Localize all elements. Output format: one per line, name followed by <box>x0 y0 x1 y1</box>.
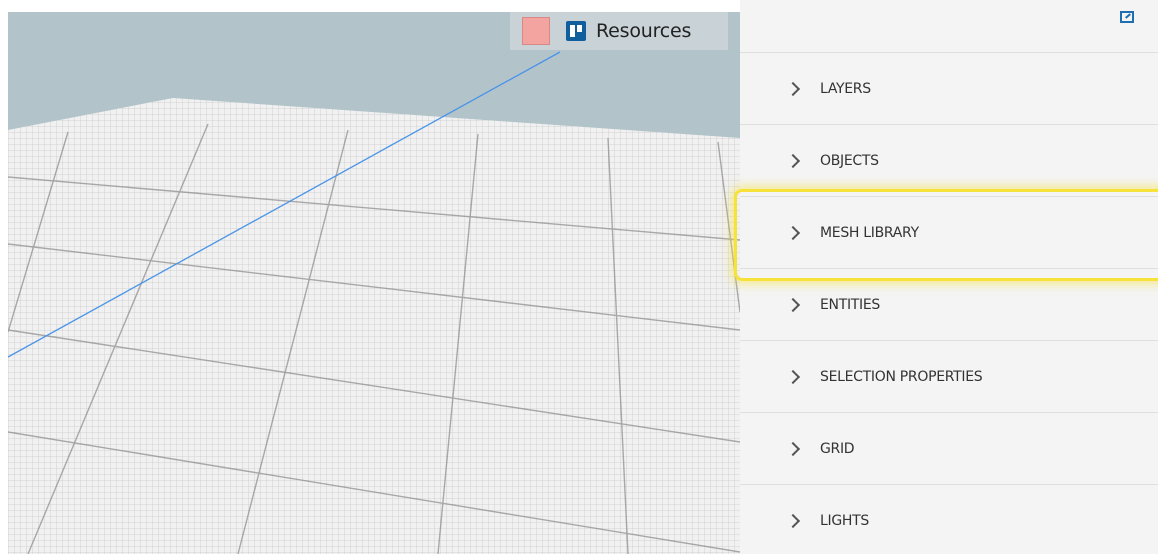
section-label: LAYERS <box>820 80 871 97</box>
chevron-right-icon <box>785 297 801 312</box>
external-window-icon[interactable] <box>1120 11 1134 23</box>
3d-viewport[interactable]: Resources <box>8 12 740 554</box>
board-icon <box>566 21 586 41</box>
section-selection-properties[interactable]: SELECTION PROPERTIES <box>740 341 1158 413</box>
section-layers[interactable]: LAYERS <box>740 53 1158 125</box>
resource-tag[interactable]: Resources <box>510 12 728 50</box>
grid-floor <box>8 51 740 554</box>
section-label: SELECTION PROPERTIES <box>820 368 983 385</box>
chevron-right-icon <box>785 225 801 240</box>
chevron-right-icon <box>785 369 801 384</box>
section-label: MESH LIBRARY <box>820 224 919 241</box>
chevron-right-icon <box>785 441 801 456</box>
color-swatch <box>522 17 550 45</box>
section-mesh-library[interactable]: MESH LIBRARY <box>740 197 1158 269</box>
side-panel: LAYERS OBJECTS MESH LIBRARY ENTITIES SEL… <box>740 0 1158 554</box>
chevron-right-icon <box>785 513 801 529</box>
section-lights[interactable]: LIGHTS <box>740 485 1158 557</box>
section-label: ENTITIES <box>820 296 881 313</box>
chevron-right-icon <box>785 153 801 168</box>
section-label: OBJECTS <box>820 152 879 169</box>
section-objects[interactable]: OBJECTS <box>740 125 1158 197</box>
panel-header <box>740 0 1158 53</box>
resource-label: Resources <box>596 20 692 42</box>
section-entities[interactable]: ENTITIES <box>740 269 1158 341</box>
chevron-right-icon <box>785 81 801 96</box>
section-label: LIGHTS <box>820 513 869 529</box>
section-grid[interactable]: GRID <box>740 413 1158 485</box>
section-label: GRID <box>820 440 855 457</box>
